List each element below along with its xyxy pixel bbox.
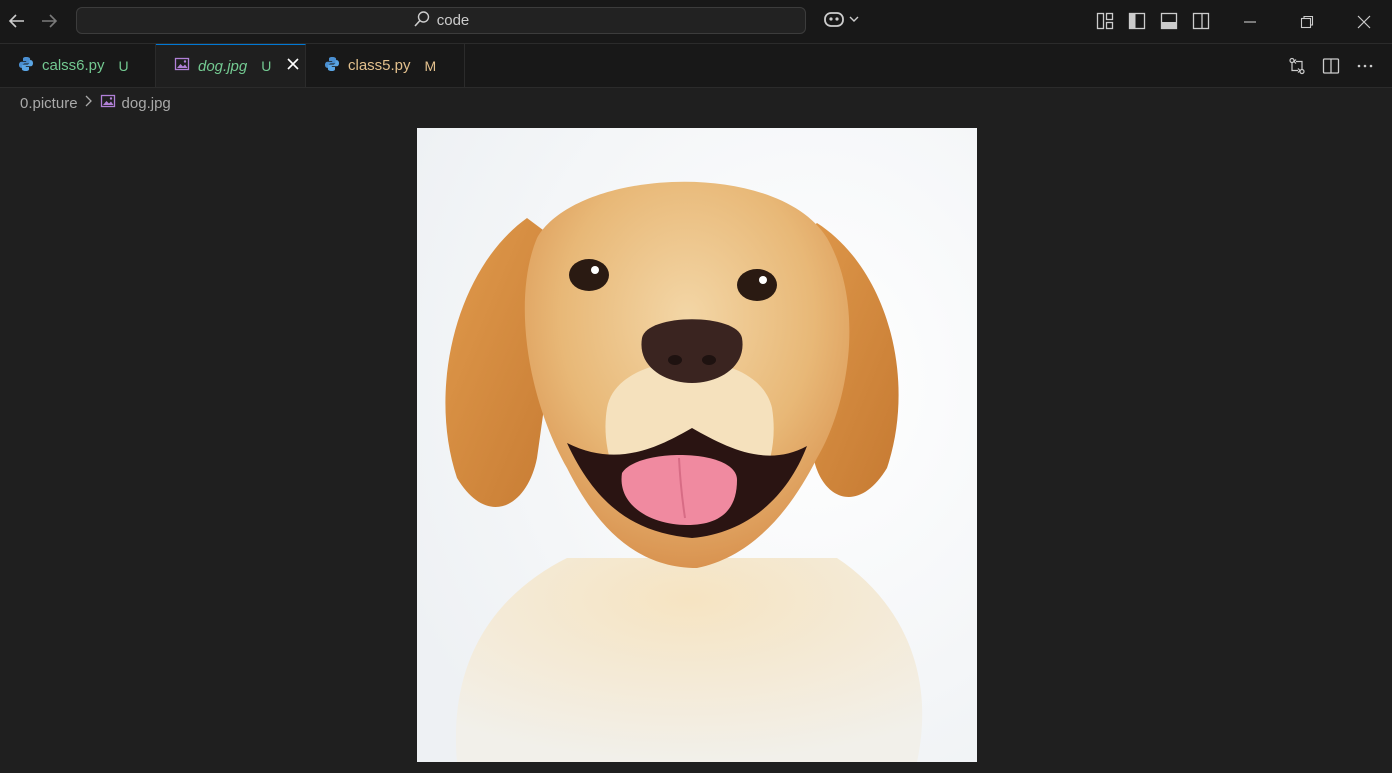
- image-file-icon: [100, 93, 116, 113]
- search-icon: [413, 10, 431, 32]
- title-bar: code: [0, 0, 1392, 44]
- copilot-icon: [822, 8, 846, 35]
- forward-arrow-icon[interactable]: [38, 10, 60, 32]
- toggle-secondary-sidebar-icon[interactable]: [1190, 10, 1212, 32]
- open-changes-icon[interactable]: [1286, 55, 1308, 77]
- close-window-icon[interactable]: [1335, 0, 1392, 43]
- chevron-down-icon: [848, 12, 860, 30]
- tab-label: dog.jpg: [198, 57, 248, 75]
- minimize-icon[interactable]: [1221, 0, 1278, 43]
- git-status-badge: M: [424, 57, 437, 74]
- toggle-panel-icon[interactable]: [1158, 10, 1180, 32]
- close-tab-icon[interactable]: [287, 57, 299, 75]
- tab-label: calss6.py: [42, 57, 105, 74]
- git-status-badge: U: [118, 57, 129, 74]
- tab-label: class5.py: [348, 57, 411, 74]
- search-label: code: [436, 12, 470, 29]
- back-arrow-icon[interactable]: [6, 10, 28, 32]
- breadcrumb: 0.picture dog.jpg: [20, 92, 171, 114]
- tab-class5-py[interactable]: class5.py M: [306, 44, 465, 87]
- git-status-badge: U: [261, 58, 272, 74]
- dog-image: [417, 128, 977, 762]
- tab-dog-jpg[interactable]: dog.jpg U: [156, 44, 306, 87]
- python-icon: [324, 56, 340, 76]
- restore-icon[interactable]: [1278, 0, 1335, 43]
- tab-calss6-py[interactable]: calss6.py U: [0, 44, 156, 87]
- chevron-right-icon: [84, 94, 94, 112]
- image-file-icon: [174, 56, 190, 76]
- breadcrumb-folder[interactable]: 0.picture: [20, 95, 78, 112]
- image-preview: [417, 128, 977, 762]
- python-icon: [18, 56, 34, 76]
- editor-tab-bar: calss6.py U dog.jpg U class5.py M: [0, 44, 1392, 88]
- command-center-search[interactable]: code: [76, 7, 806, 34]
- copilot-menu-button[interactable]: [822, 10, 862, 32]
- breadcrumb-file[interactable]: dog.jpg: [122, 95, 171, 112]
- split-editor-icon[interactable]: [1320, 55, 1342, 77]
- more-actions-icon[interactable]: [1354, 55, 1376, 77]
- toggle-primary-sidebar-icon[interactable]: [1126, 10, 1148, 32]
- customize-layout-icon[interactable]: [1094, 10, 1116, 32]
